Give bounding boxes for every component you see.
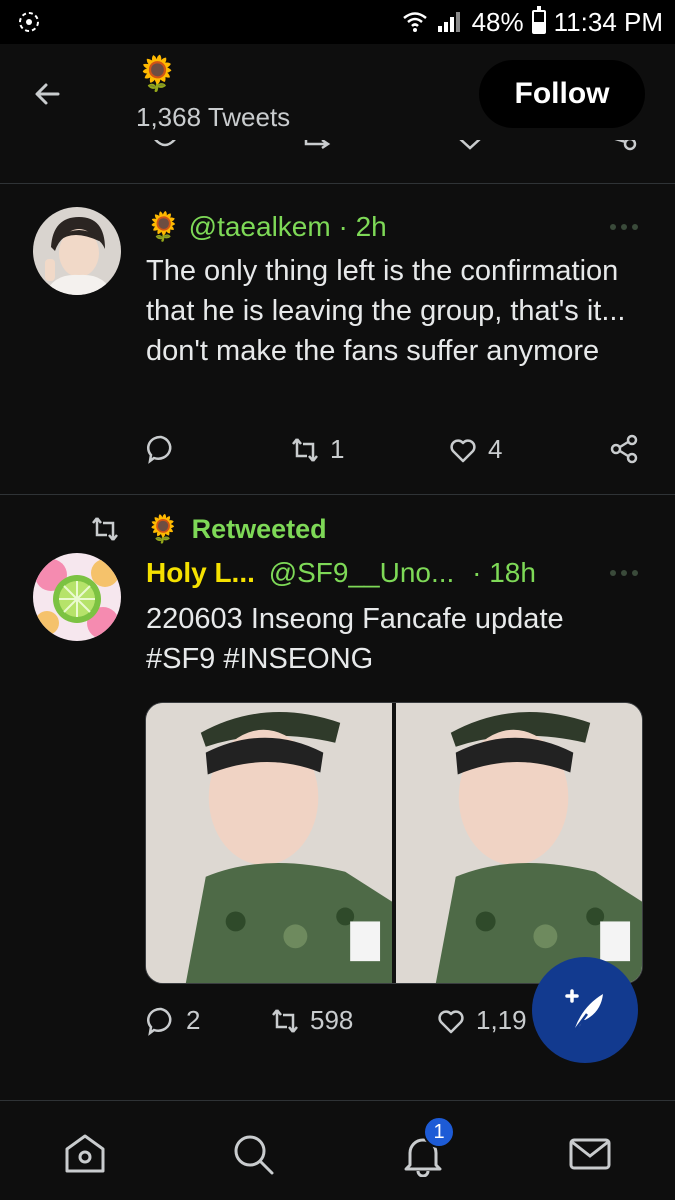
wifi-icon [402,12,427,32]
follow-button[interactable]: Follow [479,60,645,128]
retweet-count: 598 [310,1005,354,1035]
like-icon-partial [459,140,481,150]
retweet-icon [292,437,318,462]
share-icon [610,434,638,464]
retweet-icon-partial [304,140,331,150]
more-options-icon[interactable] [609,223,639,231]
messages-envelope-icon[interactable] [567,1131,613,1177]
signal-icon [437,12,460,32]
tweet-header: 🌻 @taealkem · 2h [146,210,387,243]
reply-button[interactable]: 2 [146,1005,200,1036]
tweet-time: · 2h [338,211,387,242]
heart-icon [438,1009,464,1033]
search-icon[interactable] [230,1131,276,1177]
compose-tweet-button[interactable] [532,957,638,1063]
like-button[interactable]: 4 [448,434,502,465]
soldier-photo-left [146,703,392,983]
retweeter-name[interactable]: 🌻 [146,513,180,545]
retweeted-label: Retweeted [191,513,327,544]
status-bar: 48% 11:34 PM [0,0,675,44]
user-display-name[interactable]: 🌻 [146,211,181,242]
tweet-actions: 1 4 [146,434,646,474]
share-button[interactable] [610,434,640,464]
status-right: 48% 11:34 PM [402,0,663,44]
tweet-text: The only thing left is the confirmation … [146,255,626,367]
retweet-button[interactable]: 1 [290,434,344,465]
heart-icon [450,438,476,462]
avatar[interactable] [33,553,121,641]
user-display-name[interactable]: Holy L... [146,557,255,588]
like-count: 1,19 [476,1005,527,1035]
sync-icon [19,12,39,32]
tweet-count: 1,368 Tweets [136,102,291,132]
avatar-image [33,207,121,295]
avatar[interactable] [33,207,121,295]
battery-icon [531,6,546,34]
reply-icon-partial [154,140,176,147]
home-icon[interactable] [62,1131,108,1177]
like-count: 4 [488,434,503,464]
back-arrow-icon[interactable] [28,74,68,114]
battery-percent: 48% [471,6,524,37]
retweet-icon [272,1008,298,1033]
photo-2[interactable] [396,703,642,983]
avatar-image [33,553,121,641]
retweet-small-icon [92,517,118,541]
profile-header: 🌻 1,368 Tweets Follow [0,44,675,184]
compose-feather-icon [565,989,603,1031]
media-grid[interactable] [145,702,643,984]
profile-name: 🌻 [136,55,179,93]
bottom-navigation: 1 [0,1100,675,1200]
user-handle[interactable]: @taealkem [189,211,331,242]
user-handle[interactable]: @SF9__Uno... [269,557,455,588]
clock: 11:34 PM [553,6,663,37]
previous-tweet-actions [0,140,675,160]
retweet-banner: 🌻 Retweeted [90,513,327,545]
reply-count: 2 [186,1005,201,1035]
soldier-photo-right [396,703,642,983]
tweet-hashtags[interactable]: #SF9 #INSEONG [146,639,646,679]
tweet-header: Holy L... @SF9__Uno... · 18h [146,557,536,589]
reply-button[interactable] [146,434,186,464]
share-icon-partial [614,140,637,151]
reply-icon [146,1007,172,1036]
notifications-badge: 1 [423,1116,455,1148]
like-button[interactable]: 1,19 [436,1005,527,1036]
more-options-icon[interactable] [609,569,639,577]
tweet-text: 220603 Inseong Fancafe update [146,603,564,635]
photo-1[interactable] [146,703,392,983]
retweet-count: 1 [330,434,345,464]
retweet-button[interactable]: 598 [270,1005,353,1036]
reply-icon [146,435,172,464]
tweet-time: · 18h [472,557,536,588]
tweet[interactable]: 🌻 @taealkem · 2h The only thing left is … [0,184,675,495]
